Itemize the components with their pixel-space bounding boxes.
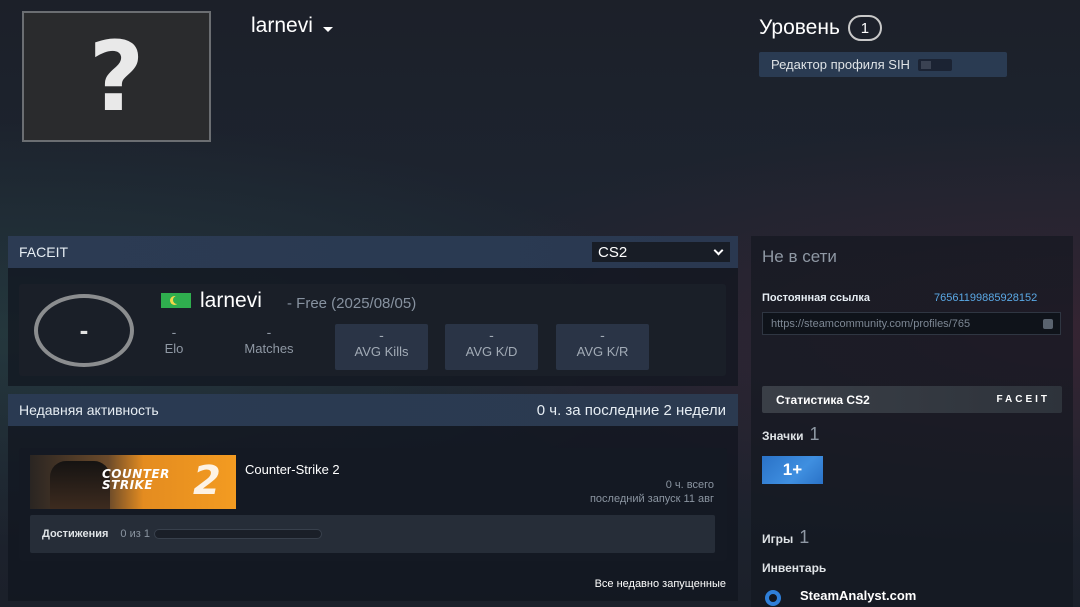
faceit-membership: - Free (2025/08/05) <box>287 295 417 312</box>
capsule-logo-number: 2 <box>193 458 221 504</box>
inventory-link[interactable]: Инвентарь <box>762 561 826 575</box>
steam-id-link[interactable]: 76561199885928152 <box>934 292 1037 304</box>
copy-icon[interactable] <box>1043 319 1053 329</box>
persona-name-dropdown[interactable]: larnevi <box>251 14 333 38</box>
achievements-count: 0 из 1 <box>120 528 150 540</box>
faceit-panel: FACEIT CS2 - larnevi - Free (2025/08/05)… <box>8 236 738 386</box>
permalink-url: https://steamcommunity.com/profiles/765 <box>771 317 971 330</box>
capsule-logo: COUNTER STRIKE <box>102 467 170 492</box>
cs2-stats-button[interactable]: Статистика CS2 FACEIT <box>762 386 1062 413</box>
inventory-label: Инвентарь <box>762 561 827 575</box>
achievements-progress <box>153 529 322 539</box>
recent-activity-panel: Недавняя активность 0 ч. за последние 2 … <box>8 394 738 601</box>
sih-editor-toggle[interactable] <box>917 58 952 71</box>
stat-avg-kills: - AVG Kills <box>335 324 428 370</box>
faceit-title: FACEIT <box>19 244 69 260</box>
badges-section[interactable]: Значки 1 <box>762 424 820 445</box>
recent-activity-title: Недавняя активность <box>19 402 159 418</box>
level-badge[interactable]: 1 <box>847 15 882 41</box>
see-all-recent-link[interactable]: Все недавно запущенные <box>595 578 726 590</box>
games-count: 1 <box>799 527 810 547</box>
cs2-stats-label: Статистика CS2 <box>776 392 870 407</box>
stat-elo: - Elo <box>164 324 184 356</box>
stat-matches: - Matches <box>244 324 294 356</box>
persona-name: larnevi <box>251 14 313 37</box>
achievements-label: Достижения <box>42 528 109 540</box>
sih-editor-label: Редактор профиля SIH <box>771 57 910 72</box>
profile-avatar[interactable]: ? <box>22 11 211 142</box>
stat-avg-kd: - AVG K/D <box>445 324 538 370</box>
recent-game-card: COUNTER STRIKE 2 Counter-Strike 2 0 ч. в… <box>19 448 727 561</box>
badges-count: 1 <box>809 424 820 444</box>
online-status: Не в сети <box>762 247 837 266</box>
recent-activity-header: Недавняя активность 0 ч. за последние 2 … <box>8 394 738 426</box>
permalink-label: Постоянная ссылка <box>762 292 870 304</box>
faceit-level-ring: - <box>31 293 137 367</box>
stat-avg-kr: - AVG K/R <box>556 324 649 370</box>
steamanalyst-link[interactable]: SteamAnalyst.com <box>800 588 916 603</box>
game-capsule-image[interactable]: COUNTER STRIKE 2 <box>30 455 236 509</box>
permalink-url-field[interactable]: https://steamcommunity.com/profiles/765 <box>762 312 1061 335</box>
avatar-placeholder-icon: ? <box>88 20 145 133</box>
level-label: Уровень <box>759 16 840 39</box>
faceit-nickname[interactable]: larnevi <box>200 289 262 313</box>
profile-level: Уровень 1 <box>759 15 882 41</box>
recent-hours-summary: 0 ч. за последние 2 недели <box>536 401 726 419</box>
game-name[interactable]: Counter-Strike 2 <box>245 462 340 477</box>
game-select-value: CS2 <box>598 243 628 261</box>
country-flag-icon <box>161 293 191 308</box>
game-select[interactable]: CS2 <box>592 242 730 262</box>
chevron-down-icon <box>713 245 724 255</box>
steamanalyst-icon <box>765 590 781 606</box>
profile-sidebar: Не в сети Постоянная ссылка 765611998859… <box>751 236 1073 607</box>
caret-down-icon <box>322 26 333 32</box>
faceit-level-value: - <box>79 314 89 345</box>
faceit-header: FACEIT CS2 <box>8 236 738 268</box>
faceit-stats-card: - larnevi - Free (2025/08/05) - Elo - Ma… <box>19 284 726 376</box>
sih-profile-editor[interactable]: Редактор профиля SIH <box>759 52 1007 77</box>
faceit-logo: FACEIT <box>996 394 1050 405</box>
achievements-bar[interactable]: Достижения 0 из 1 <box>30 515 715 553</box>
game-last-played: последний запуск 11 авг <box>589 493 714 505</box>
years-badge-icon[interactable]: 1+ <box>762 456 823 484</box>
game-hours-total: 0 ч. всего <box>665 479 714 491</box>
games-section[interactable]: Игры 1 <box>762 527 809 548</box>
badges-label: Значки <box>762 429 804 443</box>
capsule-soldiers <box>50 461 110 509</box>
games-label: Игры <box>762 532 794 546</box>
